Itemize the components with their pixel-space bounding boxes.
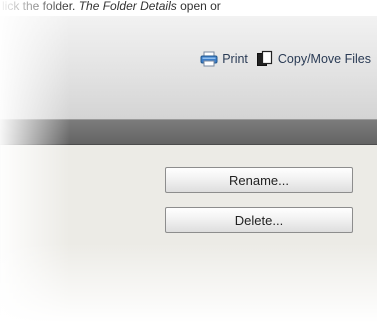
toolbar: Print Copy/Move Files bbox=[0, 16, 377, 119]
print-label: Print bbox=[222, 51, 248, 66]
printer-icon bbox=[200, 51, 218, 67]
copy-move-files-button[interactable]: Copy/Move Files bbox=[256, 50, 371, 67]
caption-italic: The Folder Details bbox=[78, 0, 177, 13]
caption-suffix: open or bbox=[176, 0, 221, 13]
delete-button[interactable]: Delete... bbox=[165, 207, 353, 233]
toolbar-actions: Print Copy/Move Files bbox=[200, 50, 371, 67]
copy-move-files-label: Copy/Move Files bbox=[277, 51, 371, 66]
panel-header-bar bbox=[0, 119, 377, 145]
document-caption: lick the folder. The Folder Details open… bbox=[0, 0, 377, 16]
folder-details-panel: Rename... Delete... bbox=[0, 145, 377, 323]
print-button[interactable]: Print bbox=[200, 51, 248, 67]
caption-prefix: lick the folder. bbox=[2, 0, 79, 13]
application-window: Print Copy/Move Files Rename... Delete..… bbox=[0, 16, 377, 323]
copy-files-icon bbox=[256, 50, 274, 67]
page: lick the folder. The Folder Details open… bbox=[0, 0, 377, 323]
rename-button[interactable]: Rename... bbox=[165, 167, 353, 193]
